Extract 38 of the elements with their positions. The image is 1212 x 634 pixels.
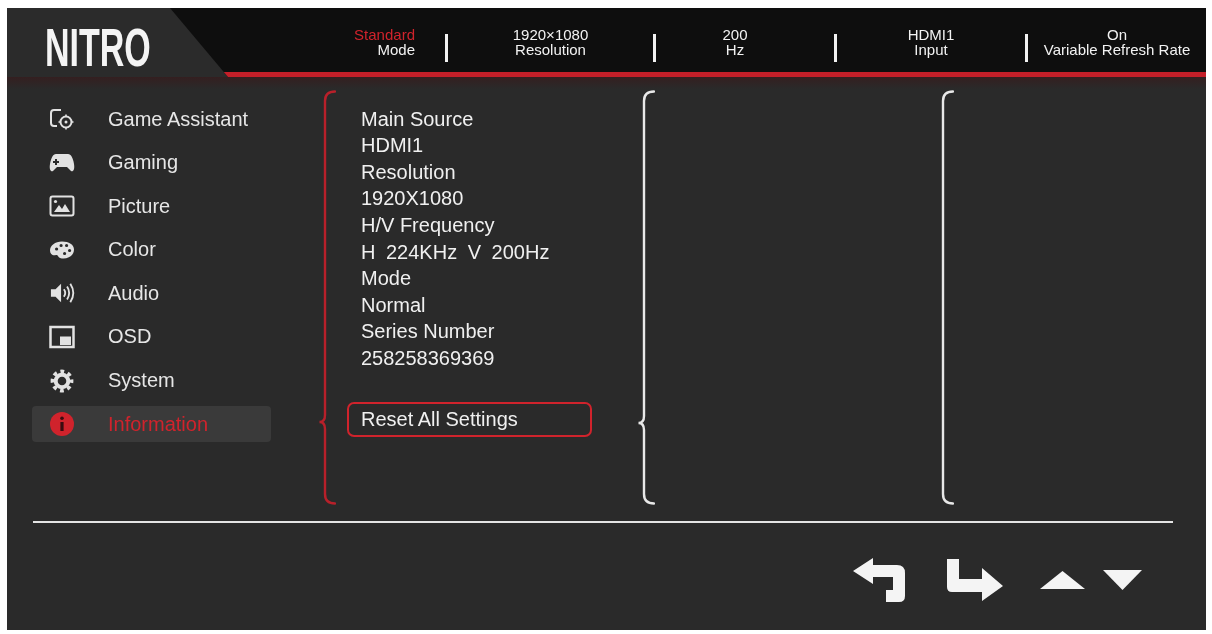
status-label: Resolution	[515, 42, 586, 57]
reset-button[interactable]: Reset All Settings	[347, 401, 592, 437]
status-label: Input	[914, 42, 948, 57]
info-value: H 224KHz V 200Hz	[361, 239, 550, 265]
return-arrow-icon	[853, 558, 907, 602]
image-icon	[49, 194, 75, 219]
menu-item[interactable]: Audio	[32, 275, 271, 312]
up-triangle-icon	[1040, 571, 1085, 589]
menu-item[interactable]: Color	[32, 231, 271, 268]
screen-crosshair-icon	[49, 107, 75, 131]
down-triangle-icon	[1103, 570, 1142, 590]
menu-item[interactable]: Picture	[32, 188, 271, 225]
info-label: Main Source	[361, 106, 474, 132]
menu-item[interactable]: Gaming	[32, 144, 271, 181]
menu-item[interactable]: Game Assistant	[32, 101, 271, 137]
window-icon	[49, 324, 75, 349]
status-label: Variable Refresh Rate	[1043, 42, 1191, 57]
status-value: HDMI1	[907, 27, 955, 42]
info-label: Mode	[361, 266, 412, 292]
enter-arrow-icon	[945, 559, 1003, 601]
info-value: Normal	[361, 292, 426, 318]
info-value: HDMI1	[361, 133, 424, 159]
info-value: 1920X1080	[361, 186, 464, 212]
status-label: Mode	[377, 42, 415, 57]
menu-item[interactable]: OSD	[32, 318, 271, 355]
status-value: On	[1107, 27, 1127, 42]
status-value: Standard	[354, 27, 415, 42]
brand-logo: NITRO	[45, 20, 151, 74]
info-icon	[49, 412, 75, 437]
info-label: H/V Frequency	[361, 212, 495, 238]
status-label: Hz	[725, 42, 745, 57]
status-value: 1920×1080	[512, 27, 589, 42]
info-label: Series Number	[361, 319, 495, 345]
info-value: 258258369369	[361, 345, 495, 371]
status-value: 200	[722, 27, 748, 42]
menu-item[interactable]: System	[32, 362, 271, 399]
info-label: Resolution	[361, 159, 456, 185]
settings-icon	[49, 368, 75, 393]
